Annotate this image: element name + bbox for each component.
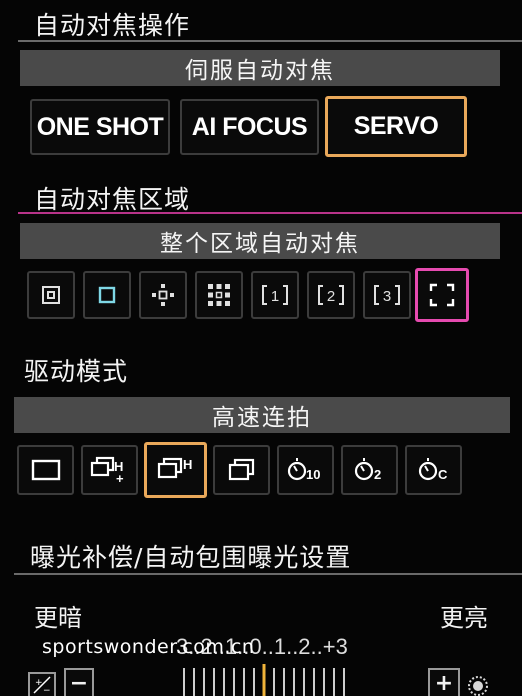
svg-text:3: 3	[383, 288, 391, 305]
whole-area-af-icon	[429, 283, 455, 307]
exposure-plus-label: +	[434, 670, 454, 696]
zone-af-3-icon: 3	[374, 285, 400, 305]
svg-text:10: 10	[306, 467, 320, 482]
single-point-af-icon	[98, 286, 116, 304]
af-ai-focus-button[interactable]: AI FOCUS	[180, 99, 319, 155]
expand-af-surround-icon	[208, 284, 230, 306]
exposure-plus-button[interactable]: +	[428, 668, 460, 696]
drive-single-shot-button[interactable]	[17, 445, 74, 495]
drive-self-timer-10-button[interactable]: 10	[277, 445, 334, 495]
af-area-title: 自动对焦区域	[34, 185, 191, 214]
af-area-expand-cross-button[interactable]	[139, 271, 187, 319]
drive-mode-banner: 高速连拍	[14, 397, 510, 433]
af-operation-banner: 伺服自动对焦	[20, 50, 500, 86]
af-operation-divider	[18, 40, 522, 42]
dial-icon	[468, 676, 488, 696]
svg-text:2: 2	[327, 288, 335, 305]
af-ai-focus-label: AI FOCUS	[191, 112, 308, 141]
svg-text:C: C	[438, 467, 448, 482]
af-servo-label: SERVO	[353, 112, 439, 140]
af-area-expand-surround-button[interactable]	[195, 271, 243, 319]
exposure-compensation-icon: + −	[33, 676, 51, 695]
watermark: sportswonder.com.cn	[42, 636, 255, 658]
self-timer-10s-icon: 10	[287, 458, 320, 482]
af-area-spot-button[interactable]	[27, 271, 75, 319]
svg-text:2: 2	[374, 467, 381, 482]
high-speed-plus-continuous-icon: H +	[90, 456, 124, 486]
brighter-label: 更亮	[440, 604, 488, 632]
drive-self-timer-continuous-button[interactable]: C	[405, 445, 462, 495]
drive-high-speed-plus-button[interactable]: H +	[81, 445, 138, 495]
svg-text:+: +	[35, 678, 43, 688]
exposure-minus-label: −	[69, 670, 89, 696]
drive-low-speed-button[interactable]	[213, 445, 270, 495]
zone-af-2-icon: 2	[318, 285, 344, 305]
exposure-minus-button[interactable]: −	[64, 668, 94, 696]
svg-text:H: H	[183, 457, 192, 472]
af-area-whole-area-button[interactable]	[415, 268, 469, 322]
af-one-shot-button[interactable]: ONE SHOT	[30, 99, 170, 155]
drive-high-speed-button[interactable]: H	[144, 442, 207, 498]
af-one-shot-label: ONE SHOT	[36, 112, 164, 141]
af-area-zone-1-button[interactable]: 1	[251, 271, 299, 319]
single-shot-icon	[31, 459, 60, 481]
low-speed-continuous-icon	[228, 458, 254, 481]
exposure-title: 曝光补偿/自动包围曝光设置	[30, 543, 352, 572]
high-speed-continuous-icon: H	[157, 457, 192, 479]
svg-text:1: 1	[271, 288, 279, 305]
af-area-zone-2-button[interactable]: 2	[307, 271, 355, 319]
exposure-divider	[14, 573, 522, 575]
exposure-bracket-icon-box[interactable]: + −	[28, 672, 56, 696]
spot-af-icon	[42, 286, 60, 304]
expand-af-cross-icon	[152, 284, 174, 306]
af-operation-title: 自动对焦操作	[34, 11, 191, 40]
darker-label: 更暗	[34, 604, 82, 632]
af-area-single-point-button[interactable]	[83, 271, 131, 319]
zone-af-1-icon: 1	[262, 285, 288, 305]
exposure-scale-ticks[interactable]	[176, 664, 356, 696]
drive-self-timer-2-button[interactable]: 2	[341, 445, 398, 495]
svg-text:+: +	[116, 471, 124, 486]
self-timer-continuous-icon: C	[418, 458, 448, 482]
drive-mode-title: 驱动模式	[24, 357, 129, 386]
svg-text:−: −	[43, 686, 51, 695]
af-area-divider	[18, 212, 522, 214]
self-timer-2s-icon: 2	[354, 458, 381, 482]
af-area-banner: 整个区域自动对焦	[20, 223, 500, 259]
af-area-zone-3-button[interactable]: 3	[363, 271, 411, 319]
af-servo-button[interactable]: SERVO	[325, 96, 467, 157]
